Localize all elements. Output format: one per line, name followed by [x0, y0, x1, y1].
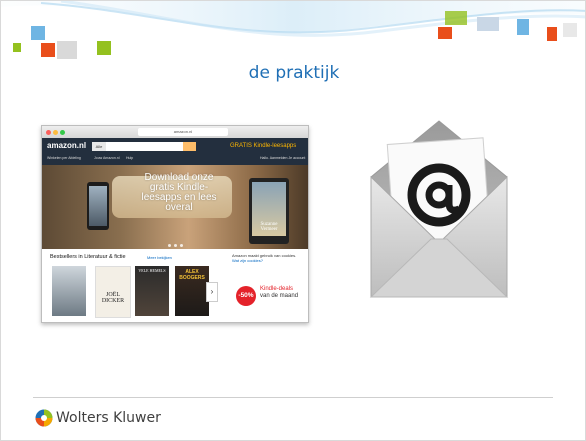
deco-square	[563, 23, 577, 37]
bestsellers-title: Bestsellers in Literatuur & fictie	[50, 254, 126, 260]
cookie-notice: Amazon maakt gebruik van cookies. Wat zi…	[232, 253, 304, 263]
maximize-dot-icon	[60, 130, 65, 135]
deal-text: Kindle-deals van de maand	[260, 286, 298, 300]
amazon-nav-link: Hulp	[126, 156, 134, 160]
banner-pager-dot	[180, 244, 183, 247]
cookie-link[interactable]: Wat zijn cookies?	[232, 258, 263, 263]
banner-pager-dot	[174, 244, 177, 247]
deco-square	[97, 41, 111, 55]
carousel-next-button[interactable]: ›	[206, 282, 218, 302]
amazon-logo: amazon.nl	[47, 141, 87, 150]
browser-url: amazon.nl	[138, 128, 228, 136]
header-wave-decoration	[1, 1, 585, 37]
slide-title: de praktijk	[248, 63, 340, 83]
book-title: VELE HEMELS	[138, 268, 166, 273]
amazon-nav-link: Jouw Amazon.nl	[94, 156, 120, 160]
book-title: JOËL DICKER	[101, 292, 125, 304]
book-cover	[52, 266, 86, 316]
deco-square	[517, 19, 529, 35]
close-dot-icon	[46, 130, 51, 135]
deco-square	[438, 27, 452, 39]
amazon-nav-account: Hallo. Aanmelden Je account	[260, 156, 306, 160]
amazon-promo: GRATIS Kindle-leesapps	[230, 143, 297, 149]
deco-square	[547, 27, 557, 41]
deco-square	[57, 41, 77, 59]
footer-logo: Wolters Kluwer	[35, 409, 161, 427]
banner-heading: Download onze gratis Kindle-leesapps en …	[141, 172, 217, 213]
book-title: ALEX BOOGERS	[179, 269, 205, 281]
deco-square	[31, 26, 45, 40]
minimize-dot-icon	[53, 130, 58, 135]
deco-square	[445, 11, 467, 25]
footer-divider	[33, 397, 553, 398]
banner-phone-screen	[89, 186, 107, 226]
deal-line: Kindle-deals	[260, 286, 294, 292]
deal-line: van de maand	[260, 293, 299, 299]
at-sign-envelope-icon	[369, 120, 509, 298]
deco-square	[41, 43, 55, 57]
deco-square	[13, 43, 21, 52]
company-name: Wolters Kluwer	[56, 410, 161, 426]
wolters-kluwer-globe-icon	[35, 409, 53, 427]
amazon-nav-departments: Winkelen per Afdeling	[47, 156, 81, 160]
bestsellers-link: Meer bekijken	[147, 255, 172, 260]
deco-square	[477, 17, 499, 31]
book-cover	[135, 266, 169, 316]
amazon-search-box	[92, 142, 192, 151]
amazon-search-button	[183, 142, 196, 151]
deal-badge: -50%	[236, 286, 256, 306]
banner-book-title: Suzanne Vermeer	[260, 222, 278, 232]
slide: de praktijk amazon.nl amazon.nl Alle GRA…	[0, 0, 586, 441]
banner-pager-dot	[168, 244, 171, 247]
amazon-screenshot: amazon.nl amazon.nl Alle GRATIS Kindle-l…	[41, 125, 309, 323]
amazon-search-scope: Alle	[92, 142, 106, 151]
